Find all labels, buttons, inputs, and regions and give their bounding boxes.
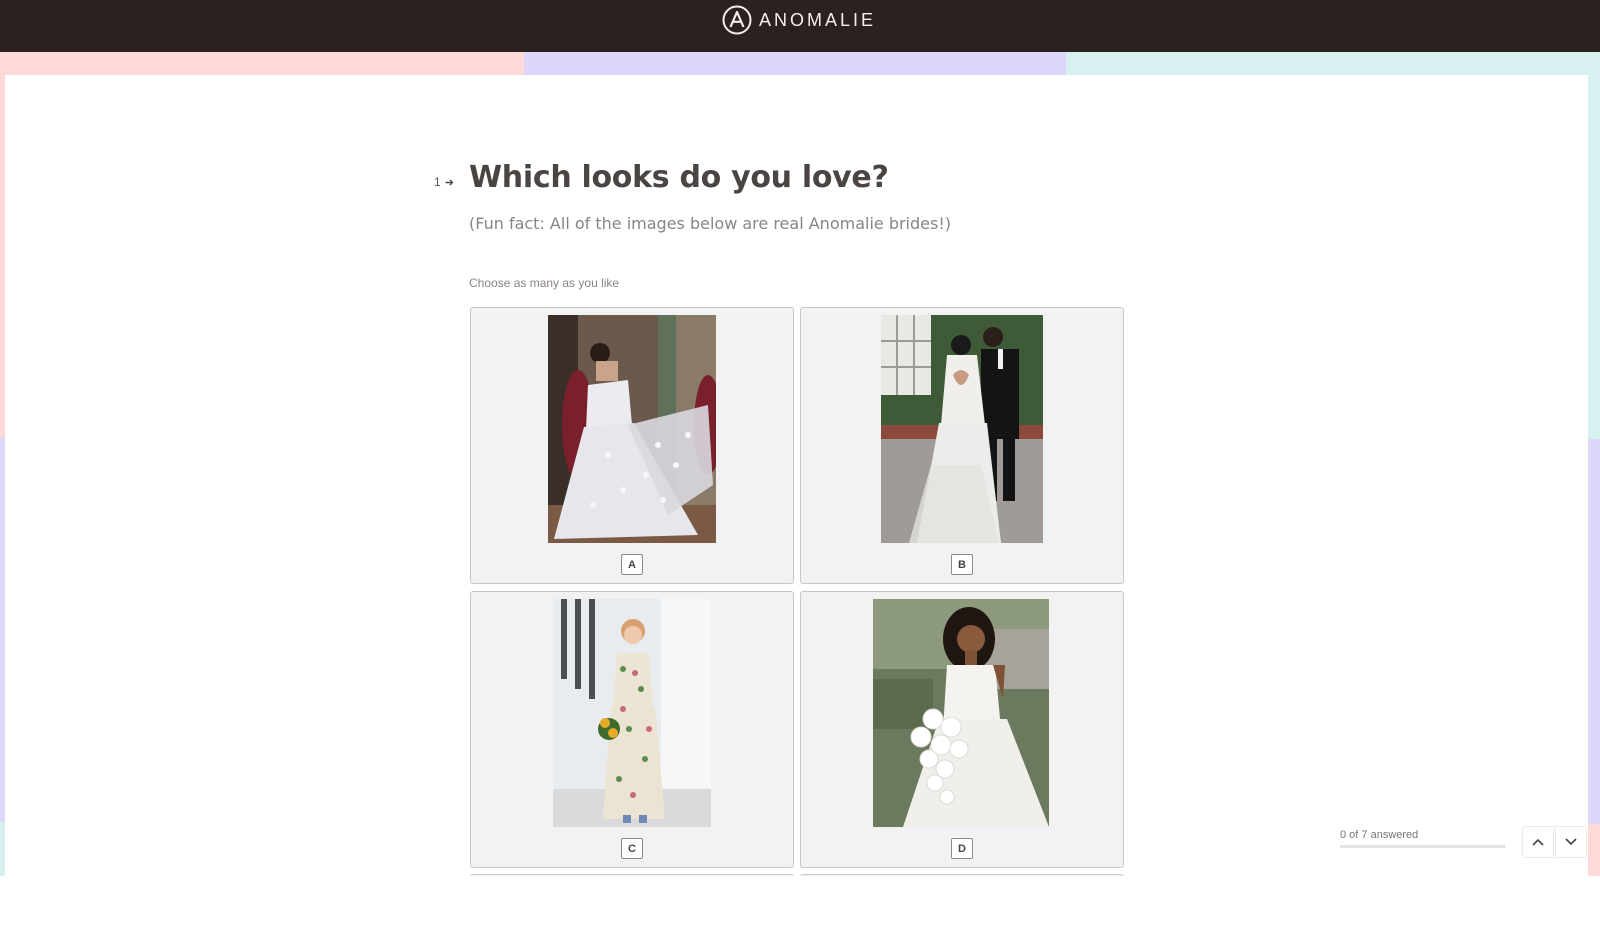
choice-card-b[interactable]: B xyxy=(800,307,1124,584)
frame-band xyxy=(1588,824,1600,876)
frame-band xyxy=(1066,52,1600,75)
arrow-right-icon: ➜ xyxy=(444,176,454,189)
next-question-button[interactable] xyxy=(1555,826,1587,858)
choice-image-b xyxy=(881,315,1043,543)
previous-question-button[interactable] xyxy=(1522,826,1554,858)
progress-label: 0 of 7 answered xyxy=(1340,829,1419,841)
choice-image-c xyxy=(553,599,711,827)
choice-hint: Choose as many as you like xyxy=(469,276,620,290)
progress-bar xyxy=(1340,845,1506,848)
choice-image-d xyxy=(873,599,1049,827)
question-title: Which looks do you love? xyxy=(469,160,889,195)
choice-key-c: C xyxy=(621,838,643,859)
choice-image-a xyxy=(548,315,716,543)
choice-key-a: A xyxy=(621,554,643,575)
brand-name: ANOMALIE xyxy=(759,9,877,30)
choice-card-a[interactable]: A xyxy=(470,307,794,584)
page-bottom-area xyxy=(0,876,1600,929)
choice-card-c[interactable]: C xyxy=(470,591,794,868)
top-bar: ANOMALIE xyxy=(0,0,1600,52)
chevron-down-icon xyxy=(1565,838,1577,846)
frame-band xyxy=(524,52,1066,75)
brand-logo: ANOMALIE xyxy=(722,5,876,35)
choice-card-d[interactable]: D xyxy=(800,591,1124,868)
frame-band xyxy=(0,52,524,75)
chevron-up-icon xyxy=(1532,838,1544,846)
frame-band xyxy=(1588,75,1600,439)
anomalie-a-logo-icon xyxy=(722,5,752,35)
question-subtitle: (Fun fact: All of the images below are r… xyxy=(469,214,951,233)
frame-band xyxy=(1588,439,1600,824)
form-content-area xyxy=(5,75,1588,876)
choice-key-b: B xyxy=(951,554,973,575)
question-number-label: 1 xyxy=(434,175,441,189)
question-number: 1 ➜ xyxy=(434,175,454,189)
choice-key-d: D xyxy=(951,838,973,859)
